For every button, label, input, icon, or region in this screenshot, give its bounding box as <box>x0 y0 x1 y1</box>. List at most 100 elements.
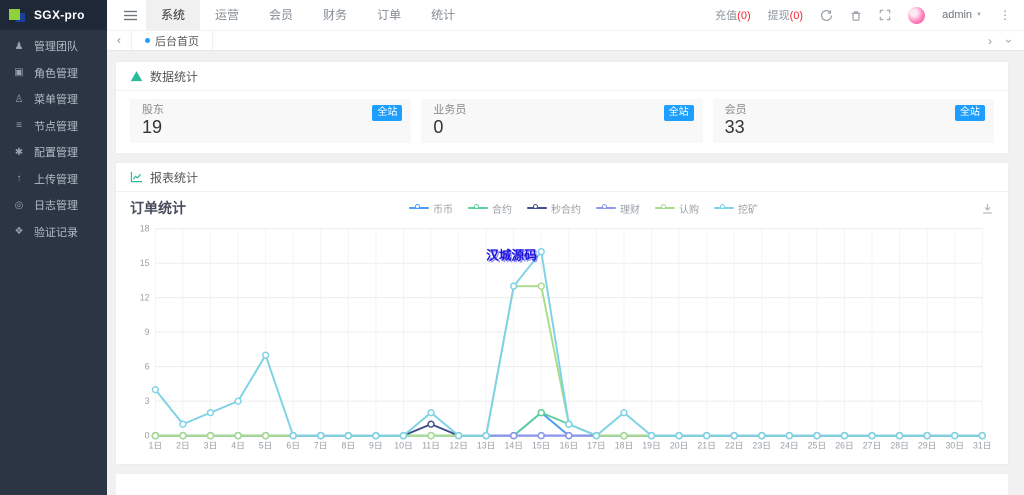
tab-系统[interactable]: 系统 <box>146 0 200 30</box>
legend-marker-icon <box>714 204 734 213</box>
svg-text:29日: 29日 <box>918 440 937 450</box>
sidebar-item-role[interactable]: ▣角色管理 <box>0 60 107 87</box>
stat-card: 会员33全站 <box>713 99 994 143</box>
legend-item-挖矿[interactable]: 挖矿 <box>714 201 758 216</box>
refresh-icon[interactable] <box>820 9 833 22</box>
svg-text:10日: 10日 <box>394 440 413 450</box>
tab-运营[interactable]: 运营 <box>200 0 254 30</box>
svg-text:28日: 28日 <box>890 440 909 450</box>
sidebar-item-log[interactable]: ◎日志管理 <box>0 192 107 219</box>
svg-text:9: 9 <box>145 327 150 337</box>
sidebar-item-team[interactable]: ♟管理团队 <box>0 33 107 60</box>
sidebar-item-menu[interactable]: ♙菜单管理 <box>0 86 107 113</box>
next-section-card <box>115 473 1009 495</box>
legend-marker-icon <box>527 204 547 213</box>
legend-label: 币币 <box>433 201 453 216</box>
svg-text:16日: 16日 <box>560 440 579 450</box>
data-stats-title: 数据统计 <box>150 68 198 85</box>
content: 数据统计 股东19全站业务员0全站会员33全站 报表统计 订单统计 币币合约秒合… <box>107 53 1024 495</box>
svg-text:3日: 3日 <box>204 440 218 450</box>
order-stats-chart[interactable]: 03691215181日2日3日4日5日6日7日8日9日10日11日12日13日… <box>130 220 994 458</box>
tab-会员[interactable]: 会员 <box>254 0 308 30</box>
legend-item-合约[interactable]: 合约 <box>468 201 512 216</box>
svg-text:23日: 23日 <box>753 440 772 450</box>
logo[interactable]: SGX-pro <box>0 0 107 30</box>
watermark-text: 汉城源码 <box>486 248 537 263</box>
data-stats-header: 数据统计 <box>116 62 1008 91</box>
logo-text: SGX-pro <box>34 8 85 22</box>
svg-text:5日: 5日 <box>259 440 273 450</box>
card-icon: ▣ <box>13 67 25 78</box>
sidebar-menu: ♟管理团队▣角色管理♙菜单管理≡节点管理 ✱ 配置管理 ↑上传管理◎日志管理❖验证记录 <box>0 30 107 245</box>
scope-badge: 全站 <box>664 105 694 121</box>
data-stats-card: 数据统计 股东19全站业务员0全站会员33全站 <box>115 61 1009 154</box>
top-right-controls: 充值(0) 提现(0) admin▼ ⋮ <box>715 7 1024 24</box>
legend-label: 理财 <box>620 201 640 216</box>
svg-text:8日: 8日 <box>341 440 355 450</box>
log-icon: ◎ <box>13 200 25 211</box>
recharge-label: 充值 <box>715 10 737 22</box>
withdraw-label: 提现 <box>768 10 790 22</box>
tab-dropdown-icon[interactable]: › <box>1002 39 1016 43</box>
list-icon: ≡ <box>13 120 25 131</box>
chevron-down-icon: ▼ <box>976 12 982 18</box>
download-icon[interactable] <box>981 202 994 215</box>
sidebar-item-label: 上传管理 <box>34 171 78 187</box>
tab-财务[interactable]: 财务 <box>308 0 362 30</box>
withdraw-link[interactable]: 提现(0) <box>768 7 803 23</box>
recharge-link[interactable]: 充值(0) <box>715 7 750 23</box>
fullscreen-icon[interactable] <box>879 9 891 21</box>
svg-text:15日: 15日 <box>532 440 551 450</box>
chevron-left-icon[interactable]: ‹ <box>107 30 131 51</box>
svg-text:12: 12 <box>140 293 150 303</box>
chevron-right-icon[interactable]: › <box>988 34 992 48</box>
sidebar-item-verify[interactable]: ❖验证记录 <box>0 219 107 246</box>
report-card: 报表统计 订单统计 币币合约秒合约理财认购挖矿 03691215181日2日3日… <box>115 162 1009 465</box>
svg-text:7日: 7日 <box>314 440 328 450</box>
stat-value: 0 <box>433 117 690 138</box>
svg-text:21日: 21日 <box>697 440 716 450</box>
top-header: 系统运营会员财务订单统计 充值(0) 提现(0) admin▼ ⋮ <box>107 0 1024 30</box>
legend-item-币币[interactable]: 币币 <box>409 201 453 216</box>
clear-icon[interactable] <box>850 9 862 22</box>
legend-item-秒合约[interactable]: 秒合约 <box>527 201 581 216</box>
legend-marker-icon <box>596 204 616 213</box>
tab-scroll-controls: › › <box>988 34 1024 48</box>
sidebar-item-label: 菜单管理 <box>34 91 78 107</box>
menu-icon[interactable] <box>124 10 137 21</box>
report-title: 报表统计 <box>150 169 198 186</box>
more-vertical-icon[interactable]: ⋮ <box>999 8 1011 22</box>
user-menu[interactable]: admin▼ <box>942 9 982 21</box>
stat-label: 业务员 <box>433 103 690 117</box>
svg-text:6: 6 <box>145 362 150 372</box>
legend-label: 秒合约 <box>551 201 581 216</box>
chart-legend: 币币合约 秒合约 理财认购挖矿 <box>186 201 981 216</box>
legend-item-认购[interactable]: 认购 <box>655 201 699 216</box>
scope-badge: 全站 <box>955 105 985 121</box>
svg-text:1日: 1日 <box>149 440 163 450</box>
sidebar-item-node[interactable]: ≡节点管理 <box>0 113 107 140</box>
legend-item-理财[interactable]: 理财 <box>596 201 640 216</box>
svg-text:4日: 4日 <box>231 440 245 450</box>
svg-text:19日: 19日 <box>642 440 661 450</box>
sidebar-item-config[interactable]: ✱ 配置管理 <box>0 139 107 166</box>
main-area: 系统运营会员财务订单统计 充值(0) 提现(0) admin▼ ⋮ ‹ <box>107 0 1024 495</box>
verified-icon: ❖ <box>13 226 25 237</box>
avatar[interactable] <box>908 7 925 24</box>
svg-text:9日: 9日 <box>369 440 383 450</box>
withdraw-count: (0) <box>790 10 803 22</box>
sidebar-item-label: 管理团队 <box>34 38 78 54</box>
warning-triangle-icon <box>130 70 143 82</box>
logo-icon <box>9 8 26 23</box>
sidebar-item-upload[interactable]: ↑上传管理 <box>0 166 107 193</box>
sidebar-item-label: 配置管理 <box>34 144 78 160</box>
app-window: SGX-pro ♟管理团队▣角色管理♙菜单管理≡节点管理 ✱ 配置管理 ↑上传管理◎日… <box>0 0 1024 495</box>
tab-统计[interactable]: 统计 <box>416 0 470 30</box>
svg-text:18日: 18日 <box>615 440 634 450</box>
svg-text:2日: 2日 <box>176 440 190 450</box>
gear-icon: ✱ <box>13 147 25 158</box>
stat-value: 33 <box>725 117 982 138</box>
tab-订单[interactable]: 订单 <box>362 0 416 30</box>
chart-toolbar: 订单统计 币币合约秒合约理财认购挖矿 <box>130 196 994 220</box>
breadcrumb-tab-home[interactable]: 后台首页 <box>131 31 213 50</box>
